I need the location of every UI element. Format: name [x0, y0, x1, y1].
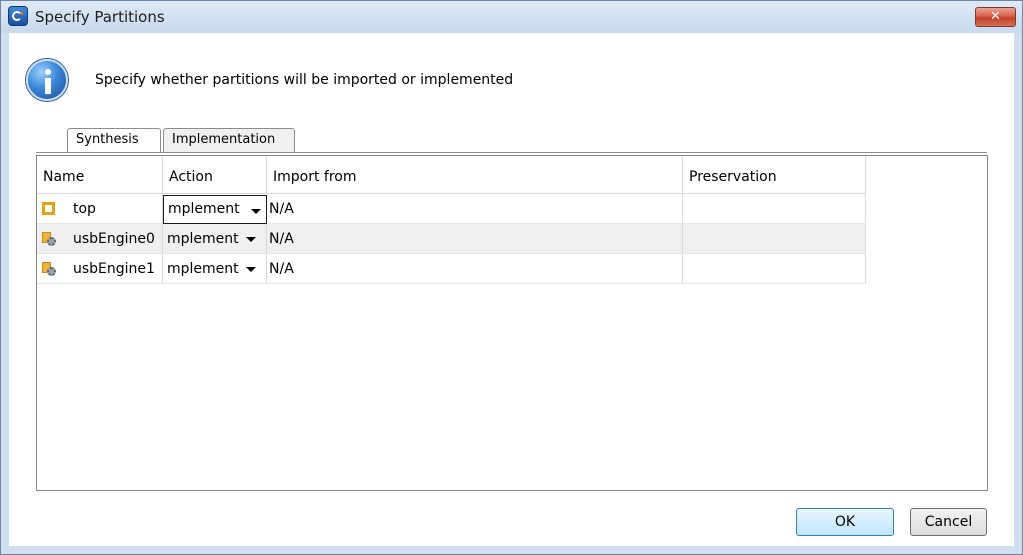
header-message: Specify whether partitions will be impor…	[95, 72, 514, 88]
window-title: Specify Partitions	[35, 8, 165, 26]
tab-synthesis-label: Synthesis	[76, 132, 139, 147]
tab-implementation[interactable]: Implementation	[163, 128, 295, 152]
row-import-from: N/A	[267, 224, 683, 254]
partitions-table: Name Action Import from Preservation top…	[36, 155, 988, 491]
column-header-name[interactable]: Name	[37, 156, 163, 194]
tab-synthesis[interactable]: Synthesis	[67, 128, 161, 153]
action-dropdown[interactable]: mplement	[163, 224, 267, 254]
info-icon	[26, 59, 68, 101]
column-header-preservation[interactable]: Preservation	[683, 156, 866, 194]
chevron-down-icon[interactable]	[246, 237, 256, 242]
row-preservation[interactable]	[683, 224, 866, 254]
row-preservation[interactable]	[683, 194, 866, 224]
tab-divider	[36, 152, 987, 153]
column-header-action[interactable]: Action	[163, 156, 267, 194]
row-preservation[interactable]	[683, 254, 866, 284]
action-value: mplement	[168, 201, 240, 217]
table-row[interactable]: top mplement N/A	[37, 194, 866, 224]
title-bar[interactable]: Specify Partitions ✕	[1, 1, 1022, 33]
action-dropdown[interactable]: mplement	[163, 195, 267, 224]
chevron-down-icon[interactable]	[246, 267, 256, 272]
table-row[interactable]: usbEngine0 mplement N/A	[37, 224, 866, 254]
table-header: Name Action Import from Preservation	[37, 156, 866, 194]
ok-button[interactable]: OK	[796, 508, 894, 536]
action-value: mplement	[167, 261, 239, 277]
action-dropdown[interactable]: mplement	[163, 254, 267, 284]
table-row[interactable]: usbEngine1 mplement N/A	[37, 254, 866, 284]
row-name: usbEngine0	[37, 224, 163, 254]
row-import-from: N/A	[267, 254, 683, 284]
cancel-button[interactable]: Cancel	[910, 508, 987, 536]
app-logo-icon	[8, 6, 28, 26]
action-value: mplement	[167, 231, 239, 247]
close-button[interactable]: ✕	[975, 7, 1016, 27]
row-name: usbEngine1	[37, 254, 163, 284]
row-name: top	[37, 194, 163, 224]
tab-implementation-label: Implementation	[172, 132, 276, 147]
chevron-down-icon[interactable]	[251, 209, 261, 214]
row-import-from: N/A	[267, 194, 683, 224]
column-header-import-from[interactable]: Import from	[267, 156, 683, 194]
